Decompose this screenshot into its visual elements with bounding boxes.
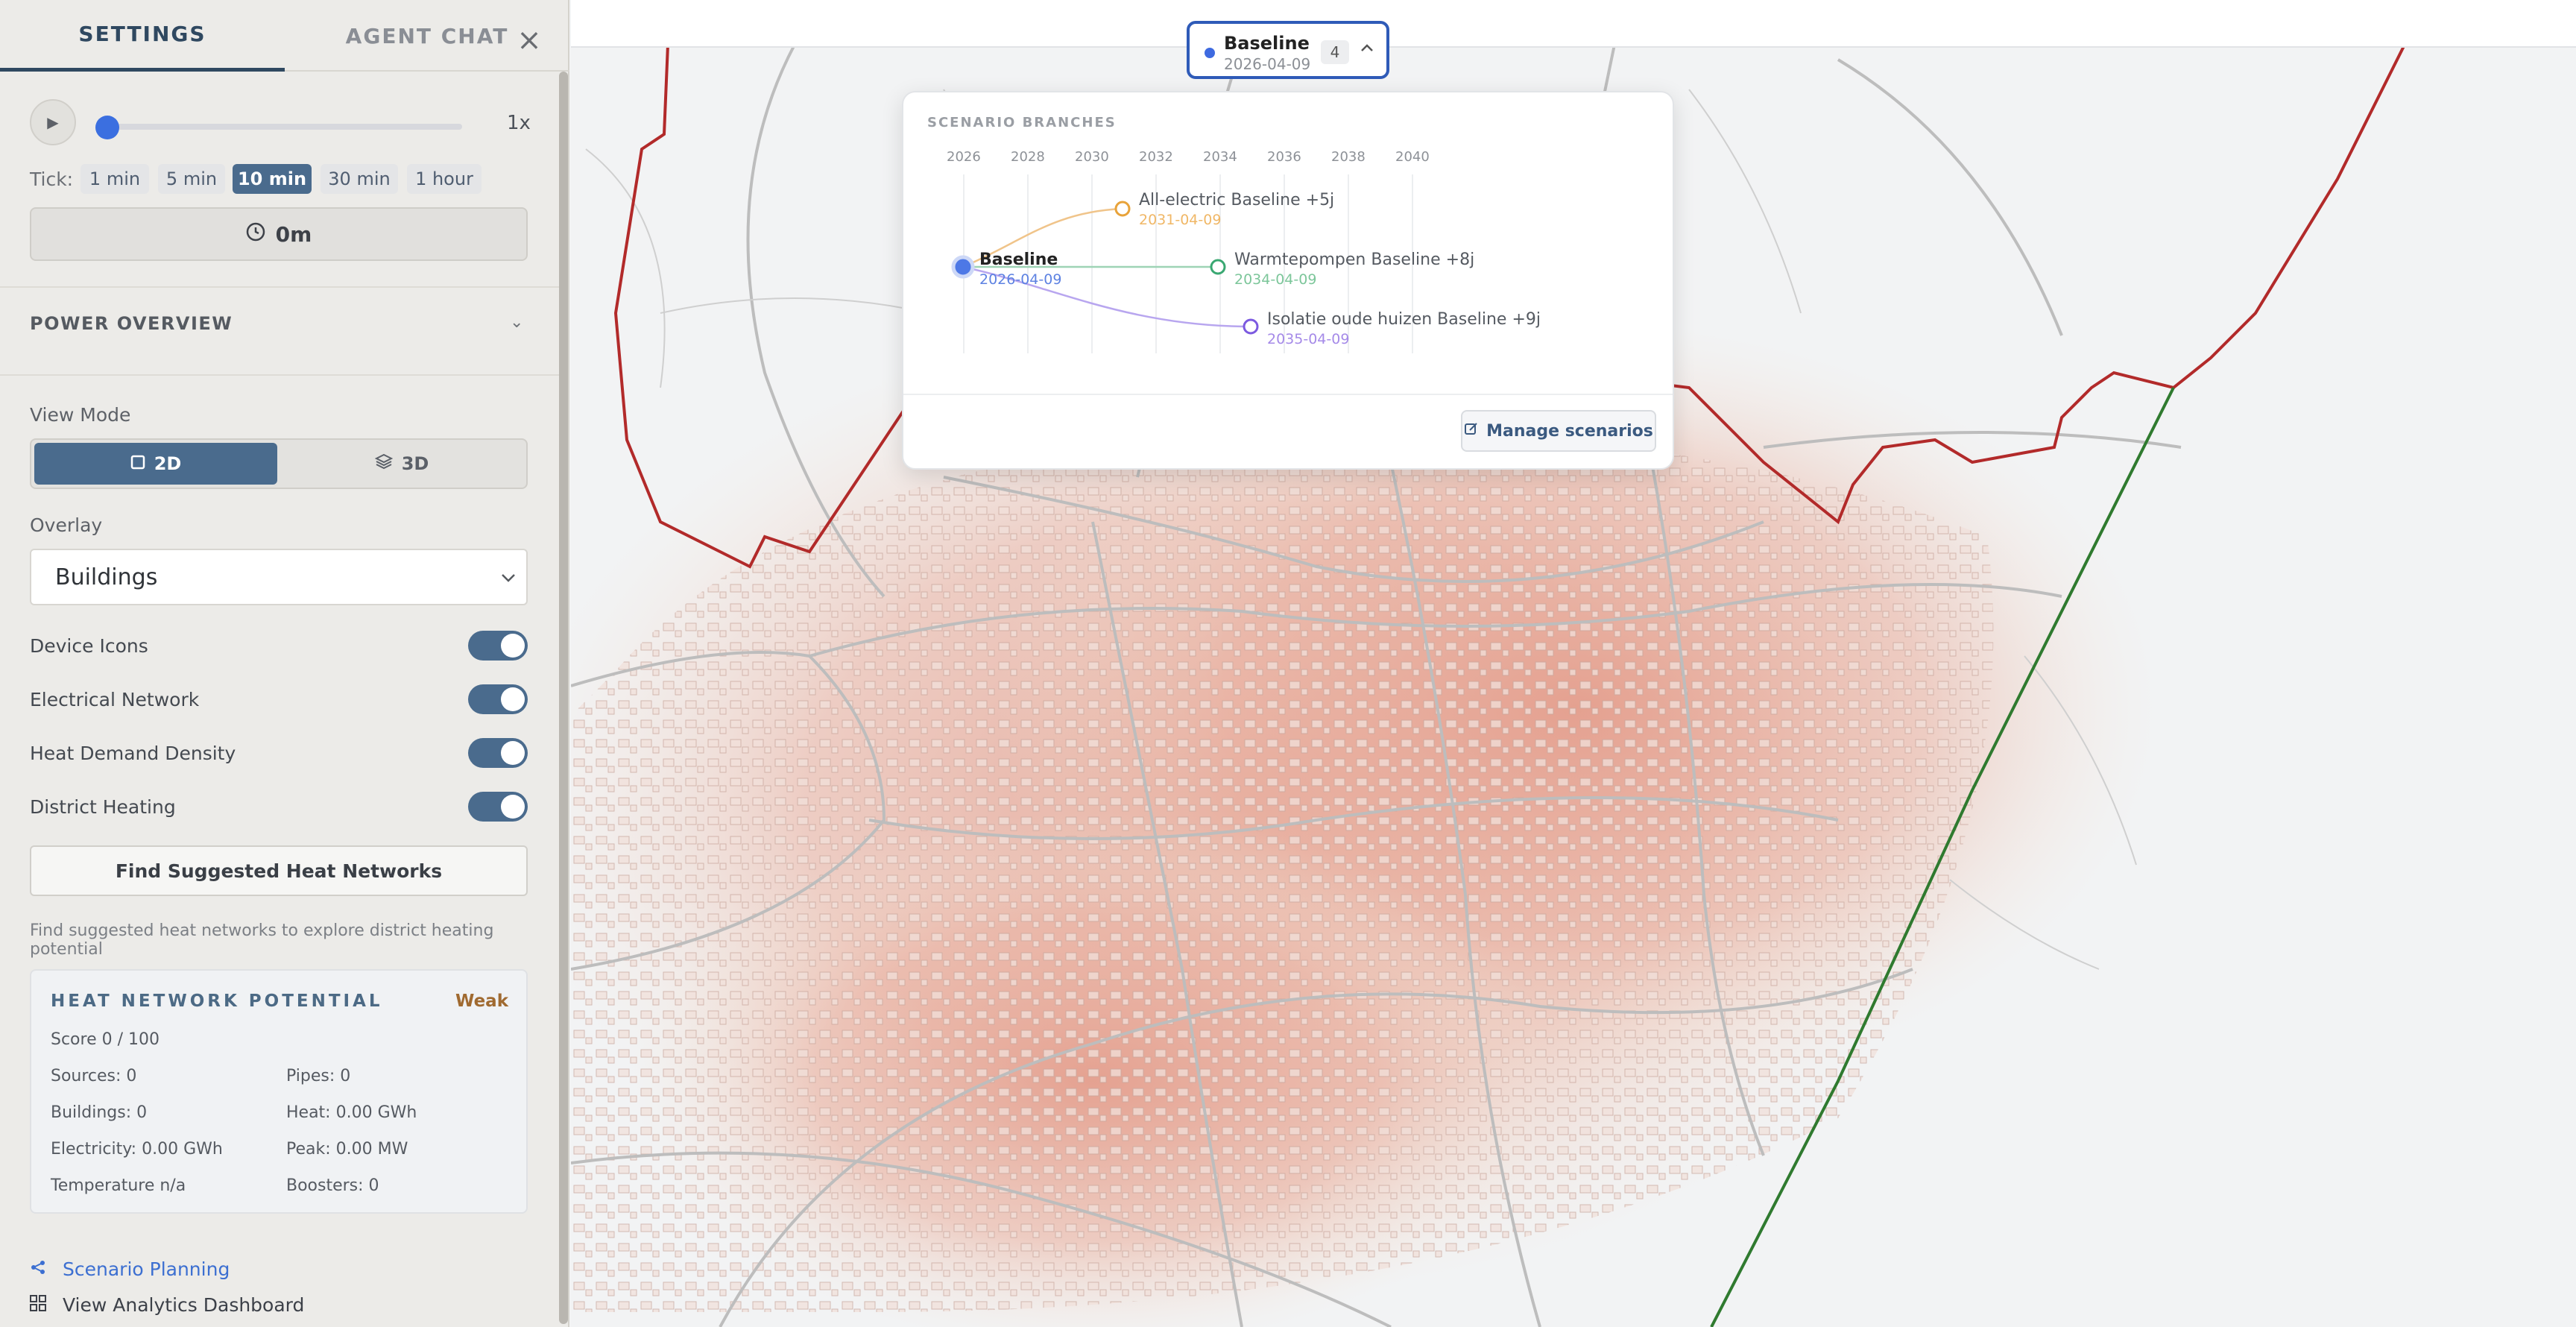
- toggle-knob: [501, 795, 525, 819]
- power-overview-header[interactable]: POWER OVERVIEW: [30, 313, 233, 334]
- tick-1hour-button[interactable]: 1 hour: [407, 164, 482, 194]
- heat-network-pipes: Pipes: 0: [286, 1067, 351, 1085]
- share-icon: [30, 1259, 48, 1280]
- grid-icon: [30, 1294, 48, 1316]
- chevron-up-icon[interactable]: [1360, 39, 1374, 57]
- manage-scenarios-button[interactable]: Manage scenarios: [1461, 410, 1656, 452]
- district-heating-label: District Heating: [30, 796, 176, 818]
- isolatie-node[interactable]: [1243, 318, 1259, 335]
- device-icons-toggle[interactable]: [468, 631, 528, 661]
- baseline-node-date: 2026-04-09: [979, 271, 1062, 288]
- clock-icon: [246, 222, 265, 247]
- toggle-knob: [501, 634, 525, 658]
- scenario-name: Baseline: [1224, 33, 1310, 54]
- play-button[interactable]: ▶: [30, 99, 76, 145]
- isolatie-node-date: 2035-04-09: [1267, 331, 1350, 347]
- all-electric-node[interactable]: [1114, 201, 1131, 217]
- device-icons-label: Device Icons: [30, 635, 148, 657]
- view-3d-label: 3D: [401, 453, 429, 474]
- view-3d-button[interactable]: 3D: [280, 443, 523, 485]
- sidebar-tabs: SETTINGS AGENT CHAT ×: [0, 0, 569, 72]
- current-time-display: 0m: [30, 207, 528, 261]
- tick-30min-button[interactable]: 30 min: [321, 164, 398, 194]
- electrical-network-label: Electrical Network: [30, 689, 200, 710]
- heat-network-electricity: Electricity: 0.00 GWh: [51, 1140, 223, 1159]
- square-icon: [130, 453, 145, 474]
- toggle-knob: [501, 741, 525, 765]
- toggle-knob: [501, 687, 525, 711]
- heat-demand-density-label: Heat Demand Density: [30, 743, 236, 764]
- heat-network-score: Score 0 / 100: [51, 1030, 160, 1049]
- tick-1min-button[interactable]: 1 min: [80, 164, 149, 194]
- heat-network-boosters: Boosters: 0: [286, 1176, 379, 1195]
- all-electric-node-date: 2031-04-09: [1139, 212, 1222, 228]
- view-2d-button[interactable]: 2D: [34, 443, 277, 485]
- all-electric-node-label[interactable]: All-electric Baseline +5j: [1139, 191, 1334, 209]
- divider: [0, 286, 559, 288]
- warmtepompen-node[interactable]: [1210, 259, 1226, 275]
- play-icon: ▶: [47, 113, 59, 131]
- isolatie-node-label[interactable]: Isolatie oude huizen Baseline +9j: [1267, 310, 1541, 329]
- scenario-date: 2026-04-09: [1224, 55, 1311, 73]
- heat-network-title: HEAT NETWORK POTENTIAL: [51, 992, 383, 1011]
- electrical-network-toggle[interactable]: [468, 684, 528, 714]
- settings-sidebar: SETTINGS AGENT CHAT × ▶ 1x Tick: 1 min 5…: [0, 0, 569, 1327]
- current-time-value: 0m: [275, 221, 312, 247]
- tick-10min-button[interactable]: 10 min: [233, 164, 312, 194]
- view-mode-toggle: 2D 3D: [30, 438, 528, 489]
- sidebar-scrollbar[interactable]: [559, 72, 568, 1324]
- buildings-area: [571, 430, 1994, 1312]
- divider: [0, 374, 559, 376]
- playback-speed[interactable]: 1x: [507, 112, 531, 134]
- view-2d-label: 2D: [154, 453, 182, 474]
- analytics-dashboard-link[interactable]: View Analytics Dashboard: [30, 1294, 304, 1316]
- heat-network-rating: Weak: [455, 992, 508, 1011]
- find-heat-networks-button[interactable]: Find Suggested Heat Networks: [30, 845, 528, 896]
- layers-icon: [374, 453, 393, 474]
- chevron-down-icon[interactable]: ⌄: [510, 313, 523, 332]
- tab-settings[interactable]: SETTINGS: [0, 0, 285, 72]
- find-heat-networks-note: Find suggested heat networks to explore …: [30, 921, 494, 959]
- overlay-select-value: Buildings: [55, 564, 158, 590]
- overlay-label: Overlay: [30, 514, 103, 536]
- scenario-planning-link[interactable]: Scenario Planning: [30, 1258, 230, 1280]
- analytics-dashboard-label: View Analytics Dashboard: [63, 1294, 305, 1316]
- close-icon[interactable]: ×: [514, 25, 544, 55]
- heat-network-temperature: Temperature n/a: [51, 1176, 186, 1195]
- timeline-slider[interactable]: [104, 124, 462, 130]
- overlay-select[interactable]: Buildings: [30, 549, 528, 605]
- district-heating-toggle[interactable]: [468, 792, 528, 822]
- chevron-down-icon: [501, 567, 516, 587]
- warmtepompen-node-date: 2034-04-09: [1234, 271, 1317, 288]
- heat-network-potential-card: HEAT NETWORK POTENTIAL Weak Score 0 / 10…: [30, 969, 528, 1214]
- heat-network-sources: Sources: 0: [51, 1067, 137, 1085]
- scenario-color-dot: [1205, 48, 1215, 58]
- warmtepompen-node-label[interactable]: Warmtepompen Baseline +8j: [1234, 250, 1474, 269]
- tick-label: Tick:: [30, 168, 74, 190]
- timeline-slider-thumb[interactable]: [95, 116, 119, 139]
- divider: [903, 394, 1673, 395]
- heat-network-peak: Peak: 0.00 MW: [286, 1140, 408, 1159]
- scenario-planning-label: Scenario Planning: [63, 1258, 230, 1280]
- view-mode-label: View Mode: [30, 404, 131, 426]
- edit-icon: [1464, 421, 1479, 441]
- baseline-node-label[interactable]: Baseline: [979, 250, 1058, 269]
- scenario-count-badge: 4: [1321, 40, 1349, 64]
- baseline-node[interactable]: [951, 255, 975, 279]
- heat-demand-density-toggle[interactable]: [468, 738, 528, 768]
- tick-5min-button[interactable]: 5 min: [158, 164, 225, 194]
- heat-network-buildings: Buildings: 0: [51, 1103, 148, 1122]
- heat-network-heat: Heat: 0.00 GWh: [286, 1103, 417, 1122]
- scenario-branches-panel: SCENARIO BRANCHES 2026 2028 2030 2032 20…: [902, 91, 1674, 470]
- scenario-selector[interactable]: Baseline 2026-04-09 4: [1187, 21, 1389, 79]
- map-top-bar: [571, 0, 2576, 48]
- manage-scenarios-label: Manage scenarios: [1486, 421, 1653, 441]
